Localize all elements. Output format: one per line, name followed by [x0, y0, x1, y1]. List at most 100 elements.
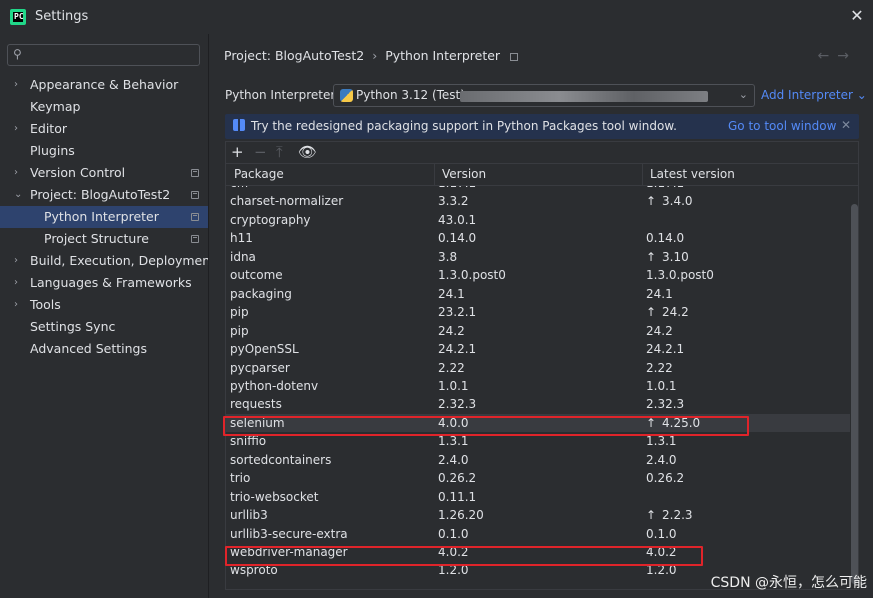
table-row[interactable]: python-dotenv 1.0.1 1.0.1 [226, 377, 850, 395]
chevron-right-icon[interactable]: › [14, 118, 18, 140]
table-row[interactable]: packaging 24.1 24.1 [226, 285, 850, 303]
chevron-right-icon[interactable]: › [14, 162, 18, 184]
add-interpreter-link[interactable]: Add Interpreter ⌄ [761, 88, 867, 102]
sidebar-item-version-control[interactable]: › Version Control [0, 162, 208, 184]
settings-search[interactable]: ⚲ [7, 44, 200, 66]
package-latest-version: 0.1.0 [646, 525, 677, 543]
breadcrumb-page: Python Interpreter [385, 48, 501, 63]
upgrade-arrow-icon[interactable]: ↑ [646, 248, 657, 266]
upgrade-arrow-icon[interactable]: ↑ [646, 303, 657, 321]
remove-package-icon[interactable]: − [254, 144, 267, 160]
package-name: pip [230, 323, 249, 338]
packages-table: Package Version Latest version cffi 1.17.… [225, 163, 859, 590]
package-name: pyOpenSSL [230, 342, 299, 357]
sidebar-item-plugins[interactable]: Plugins [0, 140, 208, 162]
sidebar-item-languages-frameworks[interactable]: › Languages & Frameworks [0, 272, 208, 294]
history-nav[interactable]: ←→ [818, 48, 857, 64]
package-name: python-dotenv [230, 378, 319, 393]
package-version: 3.3.2 [438, 194, 469, 209]
window-title: Settings [35, 9, 89, 24]
sidebar-item-advanced-settings[interactable]: Advanced Settings [0, 338, 208, 360]
chevron-right-icon[interactable]: › [14, 250, 18, 272]
latest-version-value: 3.4.0 [662, 194, 693, 209]
table-row[interactable]: requests 2.32.3 2.32.3 [226, 395, 850, 413]
sidebar-item-appearance-behavior[interactable]: › Appearance & Behavior [0, 74, 208, 96]
settings-content: Project: BlogAutoTest2 › Python Interprete… [208, 34, 873, 598]
column-latest-version[interactable]: Latest version [650, 167, 735, 181]
latest-version-value: 0.26.2 [646, 471, 685, 486]
table-row[interactable]: pip 23.2.1 ↑ 24.2 [226, 303, 850, 321]
sidebar-item-keymap[interactable]: Keymap [0, 96, 208, 118]
table-row[interactable]: pyOpenSSL 24.2.1 24.2.1 [226, 340, 850, 358]
search-input[interactable] [32, 47, 192, 63]
vertical-scrollbar[interactable] [851, 204, 858, 584]
table-row[interactable]: cryptography 43.0.1 [226, 211, 850, 229]
table-row[interactable]: pycparser 2.22 2.22 [226, 359, 850, 377]
package-name: trio-websocket [230, 489, 319, 504]
sidebar-item-label: Settings Sync [30, 319, 116, 334]
table-row[interactable]: h11 0.14.0 0.14.0 [226, 229, 850, 247]
package-name: packaging [230, 286, 292, 301]
chevron-right-icon[interactable]: › [14, 272, 18, 294]
package-latest-version: 24.1 [646, 285, 673, 303]
latest-version-value: 2.32.3 [646, 397, 685, 412]
table-row[interactable]: sortedcontainers 2.4.0 2.4.0 [226, 451, 850, 469]
latest-version-value: 1.0.1 [646, 378, 677, 393]
latest-version-value: 1.3.0.post0 [646, 268, 714, 283]
chevron-right-icon[interactable]: › [14, 294, 18, 316]
sidebar-item-label: Build, Execution, Deployment [30, 253, 216, 268]
package-name: trio [230, 471, 251, 486]
latest-version-value: 3.10 [662, 249, 689, 264]
eye-icon[interactable]: 👁 [298, 144, 317, 160]
package-latest-version: 2.22 [646, 359, 673, 377]
latest-version-value: 2.4.0 [646, 452, 677, 467]
table-row[interactable]: charset-normalizer 3.3.2 ↑ 3.4.0 [226, 192, 850, 210]
sidebar-item-project-structure[interactable]: Project Structure [0, 228, 208, 250]
column-version[interactable]: Version [442, 167, 486, 181]
package-version: 2.4.0 [438, 452, 469, 467]
table-row[interactable]: outcome 1.3.0.post0 1.3.0.post0 [226, 266, 850, 284]
sidebar-item-settings-sync[interactable]: Settings Sync [0, 316, 208, 338]
sidebar-item-editor[interactable]: › Editor [0, 118, 208, 140]
latest-version-value: 0.1.0 [646, 526, 677, 541]
sidebar-item-label: Editor [30, 121, 67, 136]
package-name: pycparser [230, 360, 290, 375]
chevron-down-icon[interactable]: ⌄ [14, 184, 22, 206]
close-icon[interactable]: ✕ [841, 118, 851, 132]
sidebar-item-build-execution-deployment[interactable]: › Build, Execution, Deployment [0, 250, 215, 272]
package-version: 1.26.20 [438, 508, 484, 523]
table-row[interactable]: trio 0.26.2 0.26.2 [226, 469, 850, 487]
sidebar-item-python-interpreter[interactable]: Python Interpreter [0, 206, 208, 228]
package-latest-version: ↑ 24.2 [646, 303, 689, 321]
upgrade-package-icon[interactable]: ⤒ [276, 144, 283, 160]
table-row[interactable]: idna 3.8 ↑ 3.10 [226, 248, 850, 266]
close-icon[interactable]: ✕ [849, 8, 865, 24]
back-arrow-icon[interactable]: ← [818, 48, 838, 64]
add-package-icon[interactable]: + [231, 144, 244, 160]
forward-arrow-icon[interactable]: → [837, 48, 857, 64]
table-row[interactable]: pip 24.2 24.2 [226, 322, 850, 340]
sidebar-item-tools[interactable]: › Tools [0, 294, 208, 316]
latest-version-value: 2.22 [646, 360, 673, 375]
interpreter-dropdown[interactable]: Python 3.12 (Test) ⌄ [333, 84, 755, 107]
table-row[interactable]: cffi 1.17.1 1.17.1 [226, 186, 850, 192]
package-latest-version: 24.2 [646, 322, 673, 340]
column-package[interactable]: Package [234, 167, 284, 181]
sidebar-item-project-blogautotest2[interactable]: ⌄ Project: BlogAutoTest2 [0, 184, 208, 206]
latest-version-value: 24.1 [646, 286, 673, 301]
package-name: idna [230, 249, 256, 264]
table-row[interactable]: trio-websocket 0.11.1 [226, 488, 850, 506]
upgrade-arrow-icon[interactable]: ↑ [646, 192, 657, 210]
table-row[interactable]: urllib3 1.26.20 ↑ 2.2.3 [226, 506, 850, 524]
package-version: 1.17.1 [438, 186, 476, 192]
package-latest-version: 1.0.1 [646, 377, 677, 395]
chevron-right-icon[interactable]: › [14, 74, 18, 96]
sidebar-item-label: Version Control [30, 165, 126, 180]
package-latest-version: ↑ 3.10 [646, 248, 689, 266]
table-row[interactable]: urllib3-secure-extra 0.1.0 0.1.0 [226, 525, 850, 543]
go-to-tool-window-link[interactable]: Go to tool window [728, 119, 836, 133]
interpreter-selected: Python 3.12 (Test) [356, 88, 465, 102]
project-scope-icon [191, 169, 199, 177]
upgrade-arrow-icon[interactable]: ↑ [646, 506, 657, 524]
table-header: Package Version Latest version [226, 164, 858, 186]
